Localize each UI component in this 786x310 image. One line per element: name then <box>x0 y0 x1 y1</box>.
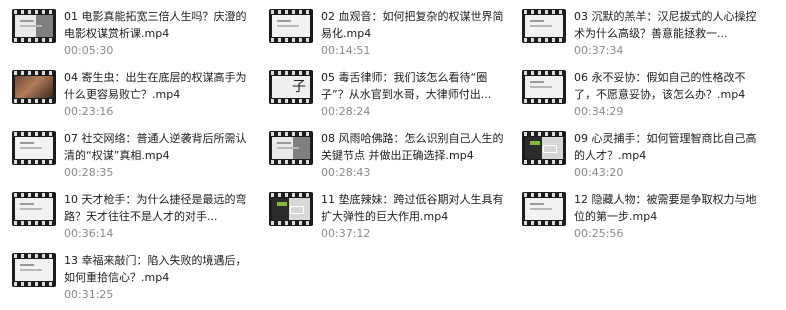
video-file-title: 09 心灵捕手：如何管理智商比自己高的人才？.mp4 <box>574 132 757 162</box>
video-file-title: 08 风雨哈佛路：怎么识别自己人生的关键节点 并做出正确选择.mp4 <box>321 132 504 162</box>
video-file-item[interactable]: 06 永不妥协：假如自己的性格改不了，不愿意妥协，该怎么办？.mp4 00:34… <box>510 61 760 118</box>
video-file-title: 07 社交网络：普通人逆袭背后所需认清的“权谋”真相.mp4 <box>64 132 247 162</box>
video-thumbnail-icon <box>12 70 56 104</box>
video-file-item[interactable]: 02 血观音：如何把复杂的权谋世界简易化.mp4 00:14:51 <box>257 0 507 57</box>
video-file-duration: 00:43:20 <box>574 166 624 179</box>
video-file-duration: 00:31:25 <box>64 288 114 301</box>
video-file-item[interactable]: 03 沉默的羔羊：汉尼拔式的人心操控术为什么高级？善意能拯救一... 00:37… <box>510 0 760 57</box>
video-thumbnail-icon <box>12 131 56 165</box>
video-file-item[interactable]: 08 风雨哈佛路：怎么识别自己人生的关键节点 并做出正确选择.mp4 00:28… <box>257 122 507 179</box>
video-thumbnail-icon <box>12 9 56 43</box>
video-thumbnail-icon <box>522 70 566 104</box>
video-file-title: 11 垫底辣妹：跨过低谷期对人生具有扩大弹性的巨大作用.mp4 <box>321 193 504 223</box>
video-thumbnail-icon <box>269 9 313 43</box>
video-thumbnail-icon <box>12 192 56 226</box>
video-thumbnail-icon <box>269 192 313 226</box>
video-file-title: 01 电影真能拓宽三倍人生吗？庆澄的电影权谋赏析课.mp4 <box>64 10 247 40</box>
video-file-title: 04 寄生虫：出生在底层的权谋高手为什么更容易败亡？.mp4 <box>64 71 247 101</box>
video-thumbnail-icon <box>269 131 313 165</box>
video-file-grid: 01 电影真能拓宽三倍人生吗？庆澄的电影权谋赏析课.mp4 00:05:30 0… <box>0 0 786 310</box>
video-file-item[interactable]: 01 电影真能拓宽三倍人生吗？庆澄的电影权谋赏析课.mp4 00:05:30 <box>0 0 250 57</box>
video-file-item[interactable]: 子 05 毒舌律师：我们该怎么看待“圈子”？从水官到水哥，大律师付出... 00… <box>257 61 507 118</box>
video-file-item[interactable]: 13 幸福来敲门：陷入失败的境遇后，如何重拾信心？.mp4 00:31:25 <box>0 244 250 301</box>
video-file-duration: 00:28:35 <box>64 166 114 179</box>
video-file-item[interactable]: 04 寄生虫：出生在底层的权谋高手为什么更容易败亡？.mp4 00:23:16 <box>0 61 250 118</box>
video-file-title: 12 隐藏人物：被需要是争取权力与地位的第一步.mp4 <box>574 193 757 223</box>
video-thumbnail-icon <box>12 253 56 287</box>
video-thumbnail-icon <box>522 131 566 165</box>
video-thumbnail-icon <box>522 9 566 43</box>
video-file-duration: 00:28:24 <box>321 105 371 118</box>
video-file-title: 06 永不妥协：假如自己的性格改不了，不愿意妥协，该怎么办？.mp4 <box>574 71 746 101</box>
video-file-title: 03 沉默的羔羊：汉尼拔式的人心操控术为什么高级？善意能拯救一... <box>574 10 757 40</box>
thumbnail-text: 子 <box>272 76 310 98</box>
video-file-duration: 00:37:34 <box>574 44 624 57</box>
video-file-item[interactable]: 10 天才枪手：为什么捷径是最远的弯路？天才往往不是人才的对手... 00:36… <box>0 183 250 240</box>
video-file-item[interactable]: 11 垫底辣妹：跨过低谷期对人生具有扩大弹性的巨大作用.mp4 00:37:12 <box>257 183 507 240</box>
video-file-title: 13 幸福来敲门：陷入失败的境遇后，如何重拾信心？.mp4 <box>64 254 247 284</box>
video-file-duration: 00:23:16 <box>64 105 114 118</box>
video-file-item[interactable]: 07 社交网络：普通人逆袭背后所需认清的“权谋”真相.mp4 00:28:35 <box>0 122 250 179</box>
video-thumbnail-icon: 子 <box>269 70 313 104</box>
video-file-duration: 00:25:56 <box>574 227 624 240</box>
video-file-duration: 00:36:14 <box>64 227 114 240</box>
video-file-duration: 00:05:30 <box>64 44 114 57</box>
video-file-duration: 00:28:43 <box>321 166 371 179</box>
video-file-duration: 00:14:51 <box>321 44 371 57</box>
video-thumbnail-icon <box>522 192 566 226</box>
video-file-item[interactable]: 12 隐藏人物：被需要是争取权力与地位的第一步.mp4 00:25:56 <box>510 183 760 240</box>
video-file-title: 10 天才枪手：为什么捷径是最远的弯路？天才往往不是人才的对手... <box>64 193 247 223</box>
video-file-title: 02 血观音：如何把复杂的权谋世界简易化.mp4 <box>321 10 504 40</box>
video-file-duration: 00:37:12 <box>321 227 371 240</box>
video-file-duration: 00:34:29 <box>574 105 624 118</box>
video-file-item[interactable]: 09 心灵捕手：如何管理智商比自己高的人才？.mp4 00:43:20 <box>510 122 760 179</box>
video-file-title: 05 毒舌律师：我们该怎么看待“圈子”？从水官到水哥，大律师付出... <box>321 71 492 101</box>
